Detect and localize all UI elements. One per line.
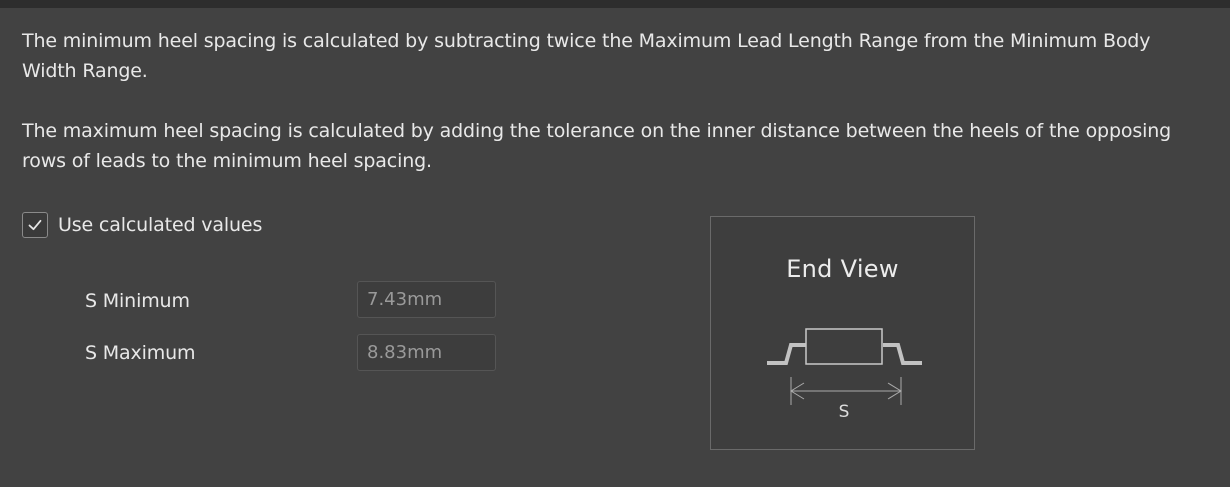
s-maximum-field[interactable] xyxy=(357,334,496,371)
min-spacing-description: The minimum heel spacing is calculated b… xyxy=(22,30,1151,82)
checkmark-icon xyxy=(28,219,42,231)
dimension-label: S xyxy=(839,402,850,422)
end-view-illustration: S xyxy=(767,328,922,422)
component-body xyxy=(805,328,883,365)
use-calculated-values-checkbox[interactable]: Use calculated values xyxy=(22,211,262,239)
max-spacing-description: The maximum heel spacing is calculated b… xyxy=(22,120,1172,172)
s-minimum-label: S Minimum xyxy=(85,290,190,312)
end-view-diagram: End View S xyxy=(710,216,975,450)
left-lead xyxy=(767,343,806,365)
right-lead xyxy=(883,343,922,365)
s-minimum-field[interactable] xyxy=(357,281,496,318)
top-border xyxy=(0,0,1230,8)
s-maximum-label: S Maximum xyxy=(85,342,196,364)
use-calculated-values-label: Use calculated values xyxy=(58,214,263,236)
checkbox-box[interactable] xyxy=(22,212,48,238)
